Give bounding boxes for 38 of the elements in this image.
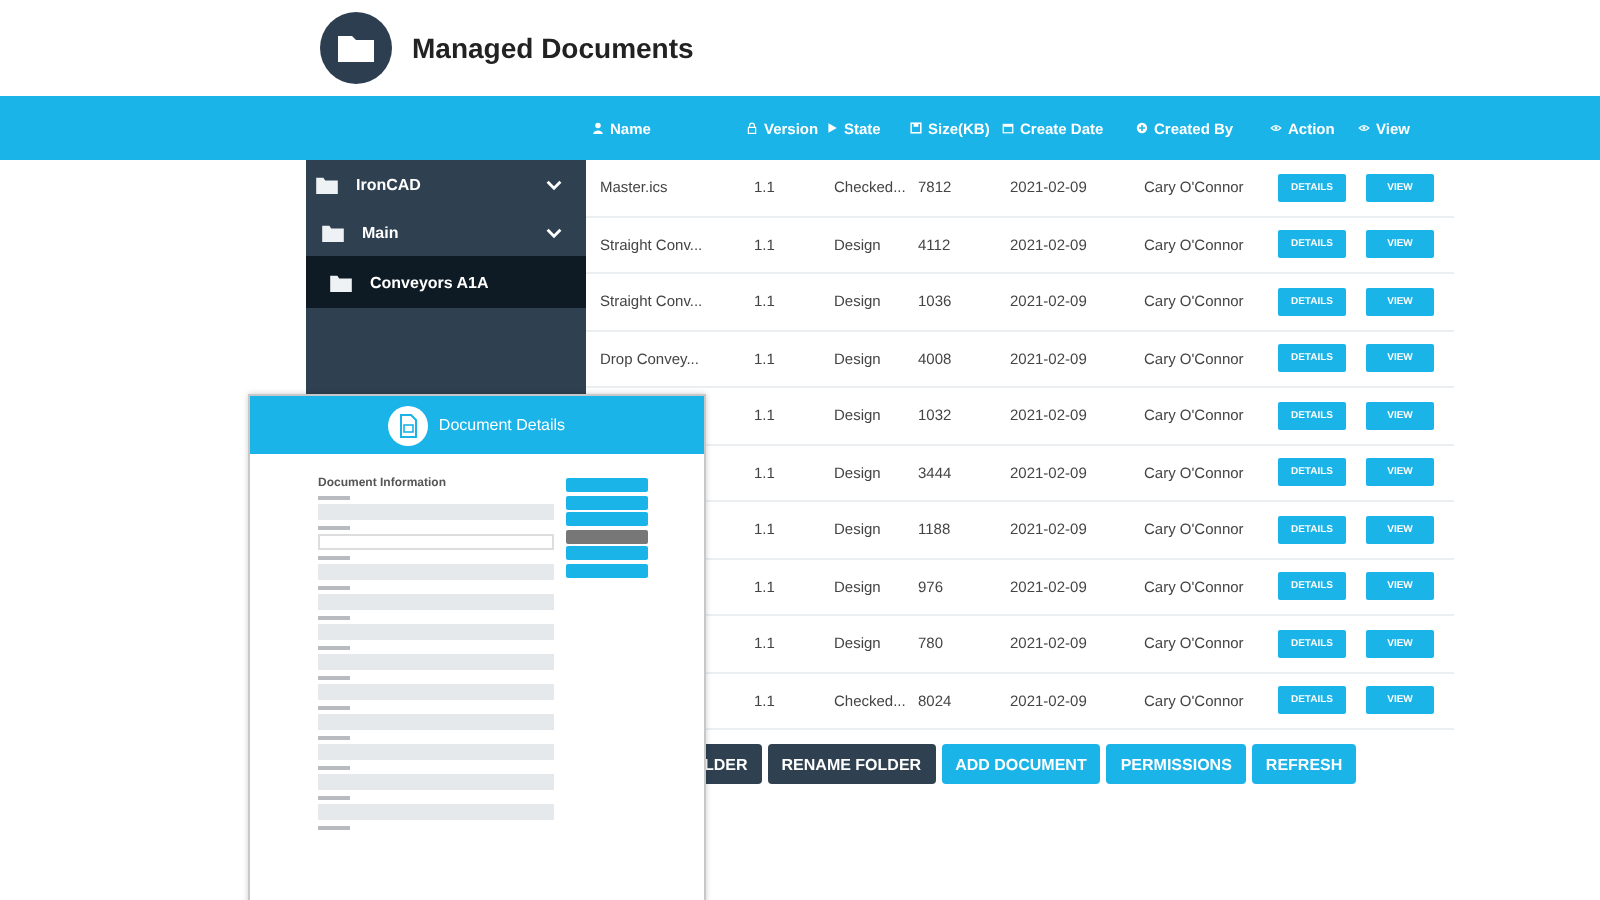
lock-icon — [746, 122, 758, 134]
eye-icon — [1358, 122, 1370, 134]
document-icon — [388, 405, 429, 445]
field-label-line — [318, 706, 350, 709]
folder-item[interactable]: Main — [306, 208, 586, 256]
field-label-line — [318, 586, 350, 589]
field-label-line — [318, 556, 350, 559]
plus-icon — [1136, 122, 1148, 134]
action-button[interactable]: RENAME FOLDER — [767, 744, 936, 784]
input-field[interactable] — [318, 534, 554, 550]
chevron-icon — [546, 227, 562, 237]
dialog-button[interactable] — [566, 563, 648, 577]
chevron-icon — [546, 179, 562, 189]
folder-icon — [330, 273, 352, 291]
field-label-line — [318, 646, 350, 649]
folder-item[interactable]: Conveyors A1A — [306, 256, 586, 308]
eye-icon — [1270, 122, 1282, 134]
dialog-button[interactable] — [566, 495, 648, 509]
action-button[interactable]: PERMISSIONS — [1106, 744, 1246, 784]
action-button[interactable]: ADD DOCUMENT — [941, 744, 1101, 784]
field-label-line — [318, 676, 350, 679]
field-label-line — [318, 766, 350, 769]
field-label-line — [318, 796, 350, 799]
field-label-line — [318, 496, 350, 499]
calendar-icon — [1002, 122, 1014, 134]
folder-icon — [316, 175, 338, 193]
field-label-line — [318, 826, 350, 829]
folder-icon — [322, 223, 344, 241]
field-label-line — [318, 736, 350, 739]
play-icon — [826, 122, 838, 134]
page-title: Managed Documents — [412, 32, 694, 64]
dialog-title: Document Details — [438, 416, 566, 434]
field-label-line — [318, 526, 350, 529]
person-icon — [592, 122, 604, 134]
folder-item[interactable]: IronCAD — [306, 160, 586, 208]
action-button[interactable]: REFRESH — [1251, 744, 1357, 784]
field-label-line — [318, 616, 350, 619]
folder-icon — [320, 12, 392, 84]
